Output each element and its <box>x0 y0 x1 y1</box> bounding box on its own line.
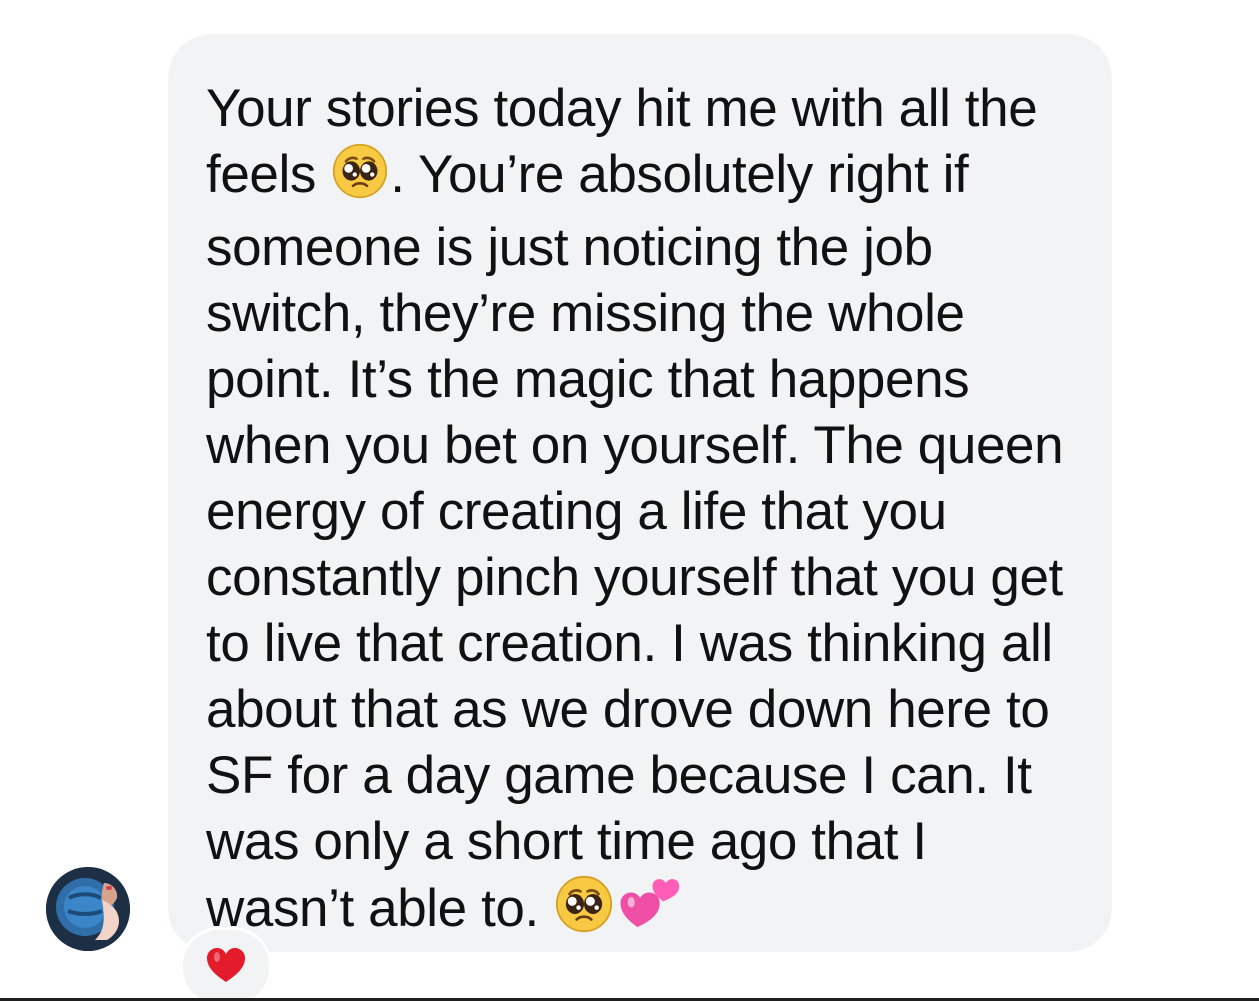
reaction-pill[interactable] <box>183 930 269 1001</box>
two-hearts-icon <box>617 875 681 949</box>
pleading-face-icon <box>555 875 613 949</box>
received-message-bubble[interactable]: Your stories today hit me with all the f… <box>168 34 1112 952</box>
red-heart-icon <box>205 946 247 989</box>
sender-avatar[interactable] <box>46 867 130 951</box>
pleading-face-icon <box>332 143 388 215</box>
message-thread-view: Your stories today hit me with all the f… <box>0 0 1259 1001</box>
message-text-part-2: . You’re absolutely right if someone is … <box>206 145 1064 938</box>
message-text: Your stories today hit me with all the f… <box>206 76 1076 949</box>
